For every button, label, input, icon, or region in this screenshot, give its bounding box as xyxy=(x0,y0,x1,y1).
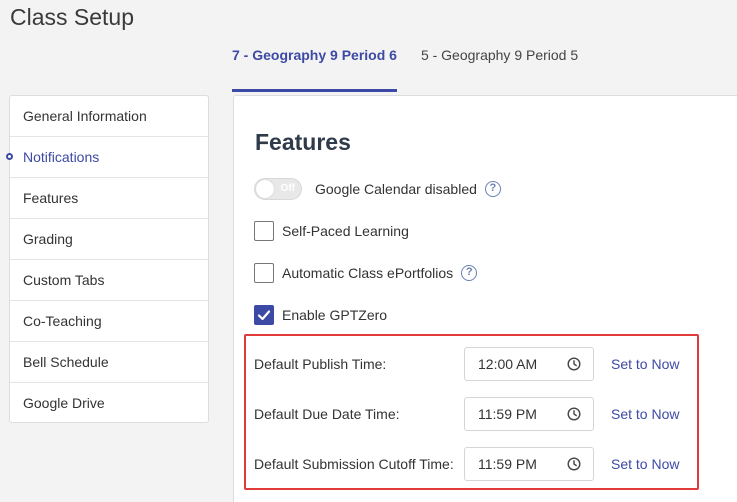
publish-set-now-link[interactable]: Set to Now xyxy=(611,356,679,372)
sidebar-item-custom-tabs[interactable]: Custom Tabs xyxy=(10,260,208,301)
class-tabs: 7 - Geography 9 Period 6 5 - Geography 9… xyxy=(232,40,602,92)
clock-icon[interactable] xyxy=(567,357,581,371)
sidebar-item-grading[interactable]: Grading xyxy=(10,219,208,260)
page-title: Class Setup xyxy=(10,4,135,30)
gptzero-checkbox[interactable] xyxy=(254,305,274,325)
toggle-knob xyxy=(256,180,274,198)
gptzero-label: Enable GPTZero xyxy=(282,307,388,323)
sidebar-item-general-information[interactable]: General Information xyxy=(10,96,208,137)
checkmark-icon xyxy=(257,310,271,321)
tab-geography-period-6[interactable]: 7 - Geography 9 Period 6 xyxy=(232,40,397,92)
cutoff-time-value: 11:59 PM xyxy=(478,456,537,472)
due-date-time-row: Default Due Date Time: 11:59 PM Set to N… xyxy=(254,397,679,431)
features-heading: Features xyxy=(255,129,351,155)
cutoff-time-row: Default Submission Cutoff Time: 11:59 PM… xyxy=(254,447,679,481)
google-calendar-label: Google Calendar disabled xyxy=(315,181,477,197)
help-icon[interactable]: ? xyxy=(461,265,478,281)
clock-icon[interactable] xyxy=(567,457,581,471)
tab-geography-period-5[interactable]: 5 - Geography 9 Period 5 xyxy=(421,40,578,92)
cutoff-time-label: Default Submission Cutoff Time: xyxy=(254,456,454,472)
help-icon[interactable]: ? xyxy=(484,181,501,197)
due-date-time-input[interactable]: 11:59 PM xyxy=(464,397,594,431)
sidebar-item-notifications[interactable]: Notifications xyxy=(10,137,208,178)
active-indicator-icon xyxy=(6,153,13,160)
clock-icon[interactable] xyxy=(567,407,581,421)
due-date-set-now-link[interactable]: Set to Now xyxy=(611,406,679,422)
sidebar-item-bell-schedule[interactable]: Bell Schedule xyxy=(10,342,208,383)
cutoff-set-now-link[interactable]: Set to Now xyxy=(611,456,679,472)
publish-time-row: Default Publish Time: 12:00 AM Set to No… xyxy=(254,347,679,381)
due-date-time-label: Default Due Date Time: xyxy=(254,406,400,422)
gptzero-row: Enable GPTZero xyxy=(254,305,387,325)
eportfolios-row: Automatic Class ePortfolios ? xyxy=(254,263,478,283)
due-date-time-value: 11:59 PM xyxy=(478,406,537,422)
publish-time-label: Default Publish Time: xyxy=(254,356,387,372)
publish-time-value: 12:00 AM xyxy=(478,356,538,372)
settings-sidebar: General Information Notifications Featur… xyxy=(9,95,209,423)
google-calendar-row: Off Google Calendar disabled ? xyxy=(254,178,501,200)
self-paced-row: Self-Paced Learning xyxy=(254,221,409,241)
toggle-state-text: Off xyxy=(280,183,295,194)
publish-time-input[interactable]: 12:00 AM xyxy=(464,347,594,381)
eportfolios-label: Automatic Class ePortfolios xyxy=(282,265,454,281)
cutoff-time-input[interactable]: 11:59 PM xyxy=(464,447,594,481)
sidebar-item-co-teaching[interactable]: Co-Teaching xyxy=(10,301,208,342)
sidebar-item-features[interactable]: Features xyxy=(10,178,208,219)
self-paced-checkbox[interactable] xyxy=(254,221,274,241)
google-calendar-toggle[interactable]: Off xyxy=(254,178,302,200)
eportfolios-checkbox[interactable] xyxy=(254,263,274,283)
self-paced-label: Self-Paced Learning xyxy=(282,223,409,239)
sidebar-item-google-drive[interactable]: Google Drive xyxy=(10,383,208,424)
